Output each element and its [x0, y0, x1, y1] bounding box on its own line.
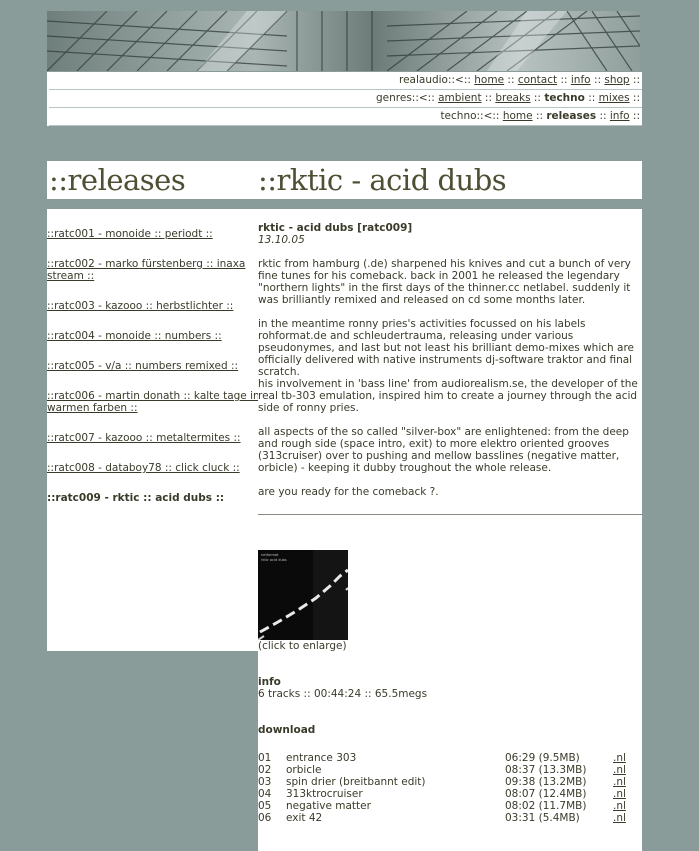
- release-heading: rktic - acid dubs [ratc009]: [258, 222, 413, 234]
- track-number: 03: [258, 776, 272, 788]
- nav-separator: ::: [484, 92, 492, 104]
- track-title: 313ktrocruiser: [286, 788, 363, 800]
- nav-row-suffix: ::: [632, 110, 640, 122]
- info-text: 6 tracks :: 00:44:24 :: 65.5megs: [258, 688, 428, 700]
- cover-art-thumbnail[interactable]: rohformat rktic acid dubs: [258, 550, 348, 640]
- track-title: exit 42: [286, 812, 323, 824]
- navigation-box: realaudio::<:: home :: contact :: info :…: [47, 72, 642, 126]
- release-paragraph: rktic from hamburg (.de) sharpened his k…: [258, 258, 631, 306]
- releases-heading: ::releases: [49, 163, 186, 197]
- track-row: 01 entrance 303 06:29 (9.5MB) .nl: [258, 752, 642, 764]
- track-row: 03 spin drier (breitbannt edit) 09:38 (1…: [258, 776, 642, 788]
- content-divider: [258, 514, 642, 515]
- release-paragraph: all aspects of the so called "silver-box…: [258, 426, 629, 474]
- download-heading: download: [258, 724, 316, 736]
- release-list-sidebar: ::ratc001 - monoide :: periodt :: ::ratc…: [47, 209, 260, 651]
- nav-row-prefix: techno::<::: [440, 110, 500, 122]
- track-title: orbicle: [286, 764, 322, 776]
- nav-link-breaks[interactable]: breaks: [495, 92, 530, 104]
- release-paragraph: his involvement in 'bass line' from audi…: [258, 378, 638, 414]
- track-duration-size: 08:02 (11.7MB): [505, 800, 587, 812]
- track-number: 06: [258, 812, 272, 824]
- release-link-ratc002[interactable]: ::ratc002 - marko fürstenberg :: inaxa s…: [47, 258, 260, 282]
- nav-link-techno-info[interactable]: info: [610, 110, 630, 122]
- info-heading: info: [258, 676, 281, 688]
- track-duration-size: 03:31 (5.4MB): [505, 812, 580, 824]
- track-title: spin drier (breitbannt edit): [286, 776, 426, 788]
- nav-link-ambient[interactable]: ambient: [438, 92, 481, 104]
- nav-link-contact[interactable]: contact: [518, 74, 557, 86]
- nav-link-home[interactable]: home: [474, 74, 504, 86]
- track-duration-size: 09:38 (13.2MB): [505, 776, 587, 788]
- track-title: entrance 303: [286, 752, 357, 764]
- track-duration-size: 08:07 (12.4MB): [505, 788, 587, 800]
- cover-art-image: rohformat rktic acid dubs: [258, 550, 348, 640]
- release-detail: rktic - acid dubs [ratc009] 13.10.05 rkt…: [258, 209, 642, 851]
- nav-separator: ::: [533, 92, 541, 104]
- track-download-link[interactable]: .nl: [613, 764, 626, 776]
- nav-separator: ::: [560, 74, 568, 86]
- cover-caption: (click to enlarge): [258, 640, 347, 652]
- release-link-ratc006[interactable]: ::ratc006 - martin donath :: kalte tage …: [47, 390, 260, 414]
- track-download-link[interactable]: .nl: [613, 812, 626, 824]
- track-number: 01: [258, 752, 272, 764]
- header-banner-image: [47, 11, 640, 71]
- nav-link-mixes[interactable]: mixes: [599, 92, 630, 104]
- track-number: 02: [258, 764, 272, 776]
- cover-text-title: rktic acid dubs: [261, 558, 287, 562]
- nav-separator: ::: [588, 92, 596, 104]
- release-paragraph: in the meantime ronny pries's activities…: [258, 318, 635, 378]
- track-row: 04 313ktrocruiser 08:07 (12.4MB) .nl: [258, 788, 642, 800]
- nav-row-techno: techno::<:: home :: releases :: info ::: [49, 108, 642, 126]
- track-duration-size: 08:37 (13.3MB): [505, 764, 587, 776]
- nav-row-suffix: ::: [632, 74, 640, 86]
- track-duration-size: 06:29 (9.5MB): [505, 752, 580, 764]
- track-title: negative matter: [286, 800, 371, 812]
- release-current-ratc009: ::ratc009 - rktic :: acid dubs ::: [47, 492, 225, 504]
- release-link-ratc001[interactable]: ::ratc001 - monoide :: periodt ::: [47, 228, 260, 240]
- track-download-link[interactable]: .nl: [613, 800, 626, 812]
- nav-row-prefix: realaudio::<::: [398, 74, 471, 86]
- nav-row-suffix: ::: [632, 92, 640, 104]
- nav-separator: ::: [507, 74, 515, 86]
- track-download-link[interactable]: .nl: [613, 788, 626, 800]
- track-row: 05 negative matter 08:02 (11.7MB) .nl: [258, 800, 642, 812]
- nav-row-prefix: genres::<::: [376, 92, 435, 104]
- release-date: 13.10.05: [258, 234, 305, 246]
- nav-link-techno-home[interactable]: home: [503, 110, 533, 122]
- nav-separator: ::: [593, 74, 602, 86]
- nav-row-realaudio: realaudio::<:: home :: contact :: info :…: [49, 72, 642, 90]
- nav-current-releases: releases: [546, 110, 597, 122]
- nav-current-techno: techno: [544, 92, 585, 104]
- nav-separator: ::: [599, 110, 607, 122]
- release-link-ratc007[interactable]: ::ratc007 - kazooo :: metaltermites ::: [47, 432, 260, 444]
- track-number: 05: [258, 800, 272, 812]
- release-link-ratc008[interactable]: ::ratc008 - databoy78 :: click cluck ::: [47, 462, 260, 474]
- nav-separator: ::: [535, 110, 544, 122]
- release-link-ratc004[interactable]: ::ratc004 - monoide :: numbers ::: [47, 330, 260, 342]
- track-number: 04: [258, 788, 272, 800]
- release-link-ratc003[interactable]: ::ratc003 - kazooo :: herbstlichter ::: [47, 300, 260, 312]
- nav-link-info[interactable]: info: [571, 74, 591, 86]
- track-list-table: 01 entrance 303 06:29 (9.5MB) .nl 02 orb…: [258, 752, 642, 824]
- release-title-heading: ::rktic - acid dubs: [258, 163, 507, 197]
- glass-building-photo: [47, 11, 640, 71]
- release-link-ratc005[interactable]: ::ratc005 - v/a :: numbers remixed ::: [47, 360, 260, 372]
- nav-row-genres: genres::<:: ambient :: breaks :: techno …: [49, 90, 642, 108]
- section-title-bar: ::releases ::rktic - acid dubs: [47, 161, 642, 199]
- release-paragraph: are you ready for the comeback ?.: [258, 486, 439, 498]
- track-row: 02 orbicle 08:37 (13.3MB) .nl: [258, 764, 642, 776]
- cover-text-label: rohformat: [261, 553, 279, 557]
- track-download-link[interactable]: .nl: [613, 776, 626, 788]
- track-row: 06 exit 42 03:31 (5.4MB) .nl: [258, 812, 642, 824]
- nav-link-shop[interactable]: shop: [604, 74, 629, 86]
- track-download-link[interactable]: .nl: [613, 752, 626, 764]
